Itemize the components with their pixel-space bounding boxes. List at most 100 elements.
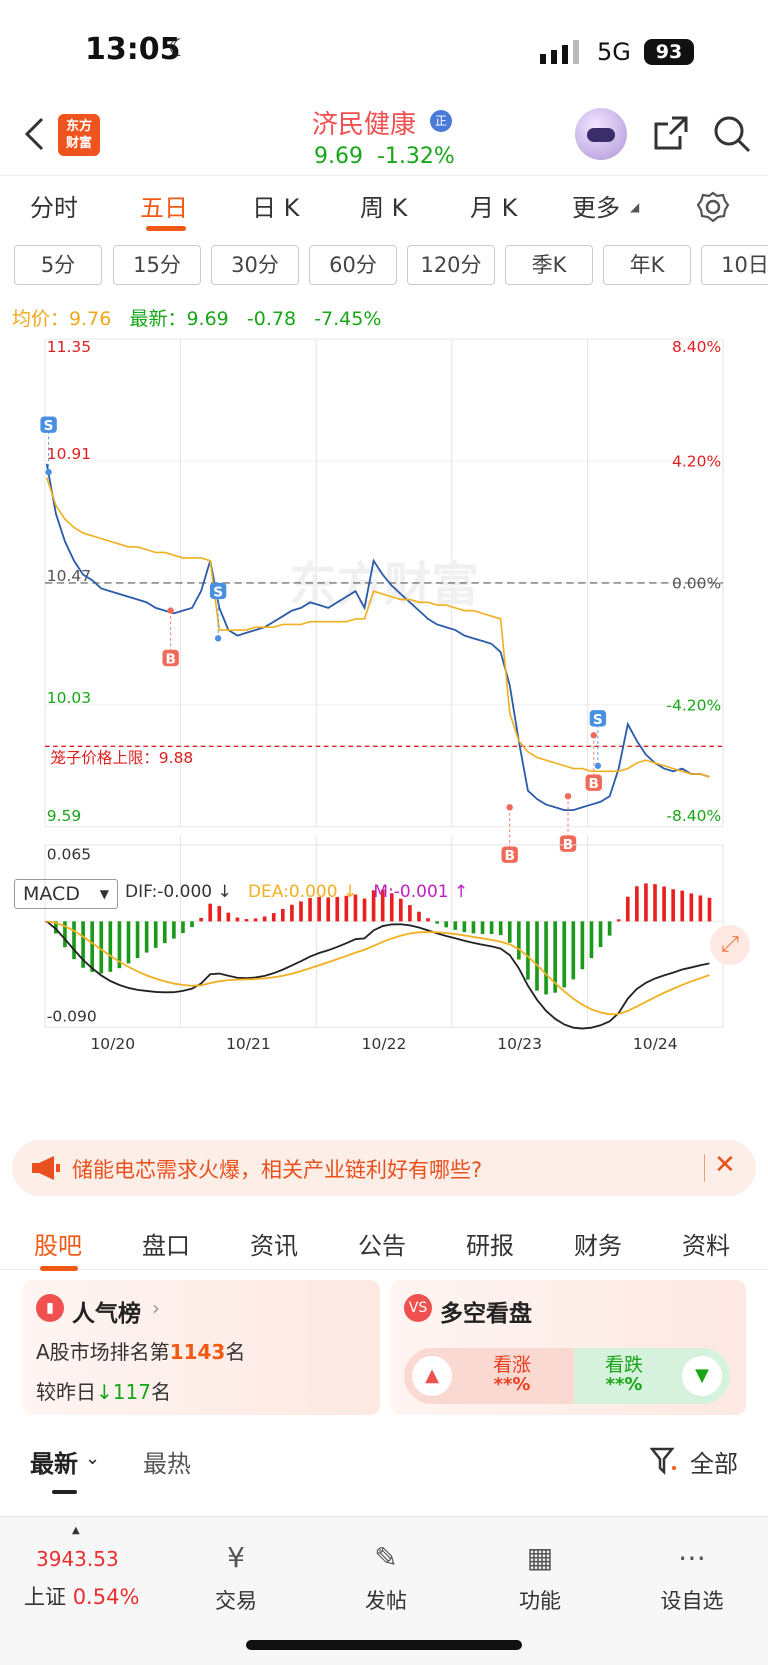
trade-mark-dot — [564, 793, 572, 800]
tab-week-k[interactable]: 周 K — [360, 188, 407, 223]
sort-row: 最新 ⌄ 最热 全部 — [0, 1430, 768, 1494]
macd-histogram-bar — [408, 905, 412, 922]
tab-news[interactable]: 资讯 — [250, 1226, 298, 1261]
macd-histogram-bar — [653, 884, 657, 922]
rank-value: 1143 — [169, 1340, 226, 1364]
macd-histogram-bar — [72, 921, 76, 960]
filter-all[interactable]: 全部 — [690, 1444, 738, 1479]
stock-price-line: 9.69 -1.32% — [314, 144, 455, 169]
trade-mark-label: B — [589, 776, 599, 792]
y-axis-label-left: 9.59 — [47, 807, 81, 825]
sentiment-title: 多空看盘 — [440, 1301, 532, 1327]
macd-histogram-bar — [689, 893, 694, 922]
change-value: 117 — [112, 1380, 151, 1404]
tab-announcements[interactable]: 公告 — [358, 1226, 406, 1261]
dif-arrow-icon: ↓ — [212, 882, 243, 902]
tab-profile[interactable]: 资料 — [682, 1226, 730, 1261]
macd-histogram-bar — [526, 921, 530, 980]
tab-pankou[interactable]: 盘口 — [142, 1226, 190, 1261]
nav-trade[interactable]: ¥ 交易 — [186, 1541, 286, 1615]
macd-histogram-bar — [99, 921, 104, 974]
tab-fenshi[interactable]: 分时 — [30, 188, 78, 223]
nav-functions-label: 功能 — [519, 1589, 561, 1613]
tab-more[interactable]: 更多 — [572, 188, 620, 223]
y-axis-label-right: 8.40% — [672, 338, 721, 356]
tab-wuri[interactable]: 五日 — [140, 188, 188, 223]
macd-histogram-bar — [453, 921, 458, 930]
macd-histogram-bar — [598, 921, 603, 947]
vote-down-button[interactable]: 看跌 **% ▼ — [574, 1348, 730, 1404]
expand-icon[interactable]: ⤢ — [710, 925, 750, 965]
banner-text: 储能电芯需求火爆，相关产业链利好有哪些? — [72, 1158, 483, 1182]
stock-name[interactable]: 济民健康 — [312, 104, 416, 141]
option-10day[interactable]: 10日 — [701, 245, 768, 285]
chevron-right-icon: › — [152, 1296, 160, 1320]
macd-histogram-bar — [616, 919, 621, 922]
sort-latest[interactable]: 最新 — [30, 1444, 78, 1479]
news-banner[interactable]: 储能电芯需求火爆，相关产业链利好有哪些? ✕ — [12, 1140, 756, 1196]
moon-icon: ☾ — [168, 34, 190, 62]
tab-research[interactable]: 研报 — [466, 1226, 514, 1261]
vote-up-button[interactable]: ▲ 看涨 **% — [404, 1348, 574, 1404]
change-prefix: 较昨日 — [36, 1380, 96, 1404]
macd-histogram-bar — [181, 921, 185, 934]
macd-axis-label: 0.065 — [47, 846, 91, 864]
rank-suffix: 名 — [225, 1340, 246, 1364]
market-rank: A股市场排名第1143名 — [36, 1336, 245, 1365]
nav-watchlist[interactable]: ⋯ 设自选 — [642, 1541, 742, 1615]
macd-histogram-bar — [262, 916, 267, 922]
y-axis-label-left: 11.35 — [47, 338, 91, 356]
option-30min[interactable]: 30分 — [211, 245, 299, 285]
popularity-card[interactable]: ▮ 人气榜 › A股市场排名第1143名 较昨日↓117名 — [22, 1280, 380, 1415]
macd-histogram-bar — [571, 921, 576, 980]
macd-histogram-bar — [562, 921, 567, 988]
back-icon[interactable] — [22, 116, 48, 152]
macd-histogram-bar — [162, 921, 167, 944]
search-icon[interactable] — [712, 114, 752, 154]
five-day-chart[interactable]: 东方财富笼子价格上限：9.8811.3510.9110.4710.039.598… — [0, 330, 768, 1050]
avg-value: 9.76 — [69, 308, 112, 330]
sort-underline — [52, 1490, 77, 1494]
tab-month-k[interactable]: 月 K — [470, 188, 517, 223]
close-icon[interactable]: ✕ — [714, 1150, 736, 1180]
option-120min[interactable]: 120分 — [407, 245, 495, 285]
tab-day-k[interactable]: 日 K — [252, 188, 299, 223]
macd-histogram-bar — [217, 906, 222, 922]
macd-histogram-bar — [244, 919, 249, 922]
tab-guba[interactable]: 股吧 — [34, 1226, 82, 1261]
latest-change: -0.78 — [246, 308, 297, 330]
macd-histogram-bar — [135, 921, 140, 959]
option-60min[interactable]: 60分 — [309, 245, 397, 285]
rank-prefix: A股市场排名第 — [36, 1340, 170, 1364]
macd-axis-label: -0.090 — [47, 1008, 97, 1026]
macd-histogram-bar — [607, 921, 612, 936]
more-caret-icon: ◢ — [630, 200, 640, 214]
macd-histogram-bar — [644, 883, 648, 922]
share-icon[interactable] — [652, 114, 690, 152]
filter-icon[interactable] — [650, 1446, 680, 1476]
assistant-robot-icon[interactable] — [575, 108, 627, 160]
tab-finance[interactable]: 财务 — [574, 1226, 622, 1261]
option-5min[interactable]: 5分 — [14, 245, 102, 285]
macd-histogram-bar — [108, 921, 113, 972]
up-label: 看涨 — [492, 1354, 531, 1376]
macd-selector[interactable]: MACD ▼ — [14, 879, 118, 909]
nav-post[interactable]: ✎ 发帖 — [336, 1541, 436, 1615]
macd-histogram-bar — [471, 921, 476, 934]
option-season-k[interactable]: 季K — [505, 245, 593, 285]
nav-functions[interactable]: ▦ 功能 — [490, 1541, 590, 1615]
vote-bar: ▲ 看涨 **% 看跌 **% ▼ — [404, 1348, 730, 1404]
trade-mark-dot — [167, 607, 174, 614]
sort-hot[interactable]: 最热 — [143, 1444, 191, 1479]
option-year-k[interactable]: 年K — [603, 245, 691, 285]
option-15min[interactable]: 15分 — [113, 245, 201, 285]
m-arrow-icon: ↑ — [448, 882, 469, 902]
up-small-icon: ▲ — [72, 1525, 80, 1536]
up-triangle-icon: ▲ — [412, 1356, 452, 1396]
trade-mark-dot — [214, 635, 222, 642]
down-value: **% — [605, 1374, 643, 1395]
gear-icon[interactable] — [696, 190, 730, 224]
macd-histogram-bar — [235, 917, 240, 922]
macd-histogram-bar — [290, 904, 294, 922]
logo-line2: 财富 — [65, 136, 92, 151]
